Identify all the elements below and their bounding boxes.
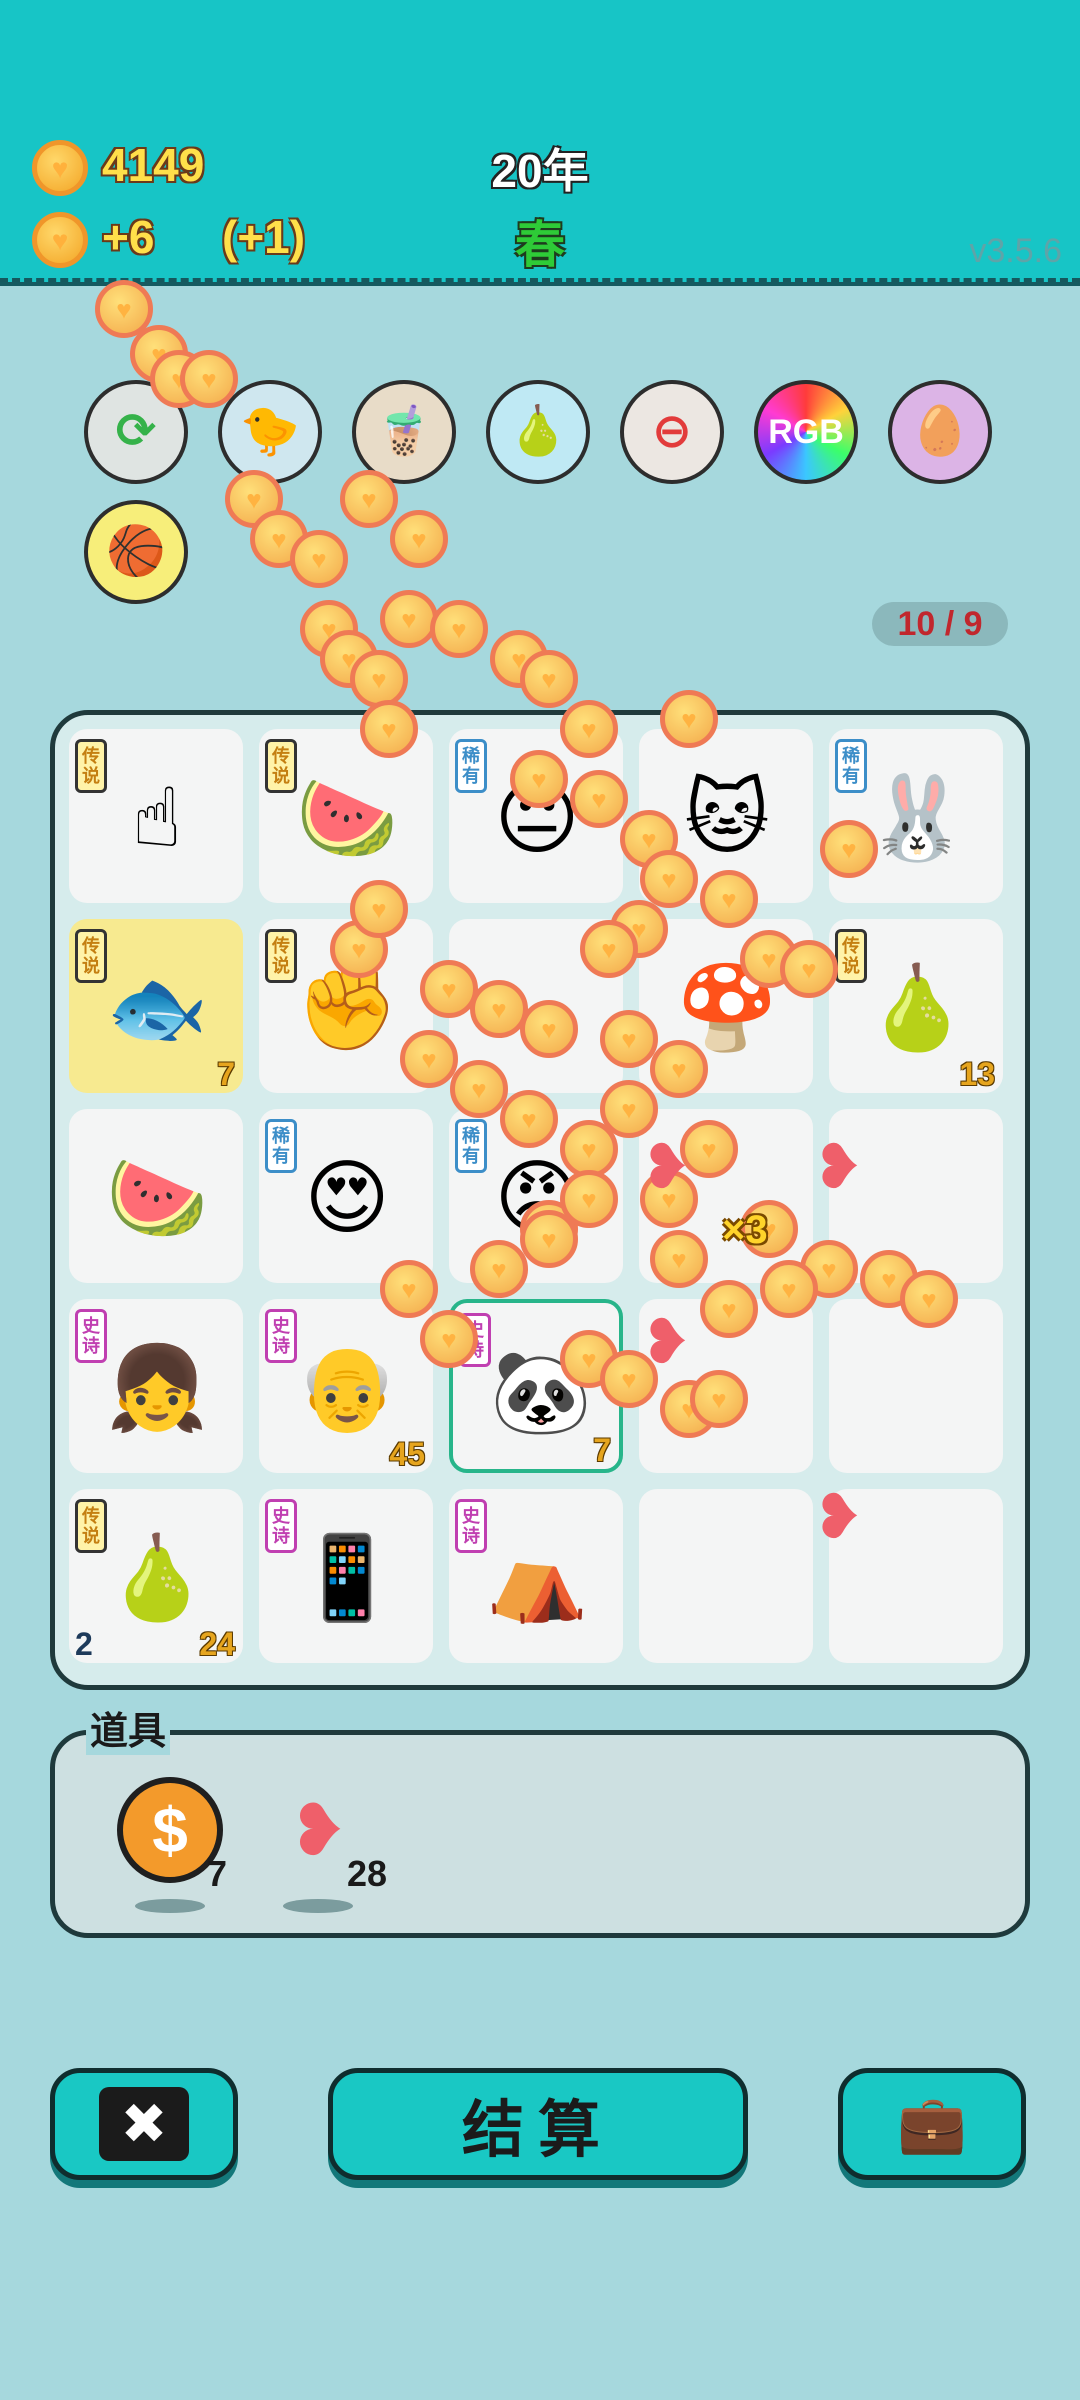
heart-coin-icon [520,650,578,708]
coin-total: 4149 [102,139,205,191]
girl-icon: 👧 [105,1343,209,1434]
board-cell[interactable]: 🐱 [639,729,813,903]
grumpy-man-icon: 😠 [494,1153,580,1244]
heart-coin-icon [95,280,153,338]
board-cell[interactable]: 传说 ☝ [69,729,243,903]
heart-coin-icon [320,630,378,688]
income-bonus: (+1) [222,211,306,263]
board-cell[interactable]: 稀有 🐰 [829,729,1003,903]
prop-shadow [283,1899,353,1913]
heart-coin-icon [430,600,488,658]
heart-coin-icon [390,510,448,568]
item-count: 24 [199,1626,235,1662]
slot-board: 传说 ☝ 传说 🍉 稀有 😐 🐱 稀有 🐰 传说 🐟 7 传说 ✊ 🍄 传说 🍐 13 🍉 稀有 😍 稀有 😠 史诗 👧 史诗 👴 4… [50,710,1030,1690]
board-cell[interactable]: 传说 🍐 24 2 [69,1489,243,1663]
prop-count: 28 [347,1853,388,1894]
coin-income: +6 [102,211,155,263]
golden-gourds-icon: 🍐 [865,963,969,1054]
coin-icon: ♥ [32,140,88,196]
board-cell[interactable]: 稀有 😠 [449,1109,623,1283]
settle-label: 结算 [461,2096,614,2165]
cat-icon: 🐱 [684,773,770,864]
heart-coin-icon [490,630,548,688]
old-man-icon: 👴 [295,1343,399,1434]
fist-icon: ✊ [295,963,399,1054]
board-cell[interactable] [639,1299,813,1473]
board-cell[interactable]: 传说 🍉 [259,729,433,903]
board-cell[interactable] [449,919,623,1093]
panda-icon: 🐼 [489,1347,593,1438]
heart-coin-icon [380,590,438,648]
basketballs-icon[interactable]: 🏀 [84,500,188,604]
delete-icon: ✖ [98,2087,190,2161]
settle-button[interactable]: 结算 [328,2068,748,2180]
koi-fish-icon: 🐟 [105,963,209,1054]
board-cell[interactable]: 史诗 👴 45 [259,1299,433,1473]
watermelon-slice-icon: 🍉 [105,1153,209,1244]
income-coin-icon: ♥ [32,212,88,268]
multiplier-label: ×3 [722,1208,768,1252]
board-cell[interactable]: 史诗 ⛺ [449,1489,623,1663]
mushroom-icon: 🍄 [675,963,779,1054]
item-count: 13 [959,1056,995,1092]
briefcase-icon: 💼 [897,2092,967,2155]
spin-counter: 10 / 9 [872,602,1008,646]
prop-count: 7 [207,1853,228,1894]
heart-coin-icon [350,650,408,708]
phone-case-icon: 📱 [295,1533,399,1624]
board-cell[interactable]: 传说 🐟 7 [69,919,243,1093]
bald-heart-eyes-icon: 😍 [304,1153,390,1244]
board-cell[interactable]: 史诗 🐼 7 [449,1299,623,1473]
item-count: 7 [593,1432,611,1468]
year-label: 20年 [491,145,589,197]
melon-icon: 🍉 [295,773,399,864]
delete-button[interactable]: ✖ [50,2068,238,2180]
version-label: v3.5.6 [969,232,1062,270]
board-cell[interactable] [639,1109,813,1283]
refresh-heart-icon[interactable]: ⟳ [84,380,188,484]
rabbit-house-icon: ⛺ [485,1533,589,1624]
minus-heart-icon[interactable]: ⊖ [620,380,724,484]
heart-coin-icon [250,510,308,568]
rabbit-icon: 🐰 [865,773,969,864]
duck-pot-icon[interactable]: 🐤 [218,380,322,484]
hand-pointer-icon: ☝ [132,773,182,864]
board-cell[interactable] [829,1109,1003,1283]
milk-tea-icon[interactable]: 🧋 [352,380,456,484]
prop-shadow [135,1899,205,1913]
props-title: 道具 [86,1700,171,1755]
board-cell[interactable] [829,1489,1003,1663]
board-cell[interactable]: 🍉 [69,1109,243,1283]
board-cell[interactable]: 稀有 😐 [449,729,623,903]
board-cell[interactable]: 稀有 😍 [259,1109,433,1283]
board-cell[interactable] [639,1489,813,1663]
heart-coin-icon [290,530,348,588]
heart-coin-icon [300,600,358,658]
board-cell[interactable]: 传说 🍐 13 [829,919,1003,1093]
pomelo-icon[interactable]: 🍐 [486,380,590,484]
heart-coin-icon [130,325,188,383]
pear-icon: 🍐 [105,1533,209,1624]
rgb-icon[interactable]: RGB [754,380,858,484]
board-cell[interactable] [829,1299,1003,1473]
face-icon: 😐 [494,773,580,864]
bag-button[interactable]: 💼 [838,2068,1026,2180]
item-count: 7 [217,1056,235,1092]
board-cell[interactable]: 史诗 📱 [259,1489,433,1663]
egg-icon[interactable]: 🥚 [888,380,992,484]
board-cell[interactable]: 🍄 [639,919,813,1093]
props-panel: $ 7 ❥ 28 [50,1730,1030,1938]
board-cell[interactable]: 传说 ✊ [259,919,433,1093]
top-bar: ♥ 4149 ♥ +6 (+1) 20年 春 v3.5.6 [0,0,1080,282]
header-divider [0,282,1080,286]
item-count: 45 [389,1436,425,1472]
board-cell[interactable]: 史诗 👧 [69,1299,243,1473]
item-secondary-count: 2 [75,1626,93,1662]
season-label: 春 [515,217,565,273]
